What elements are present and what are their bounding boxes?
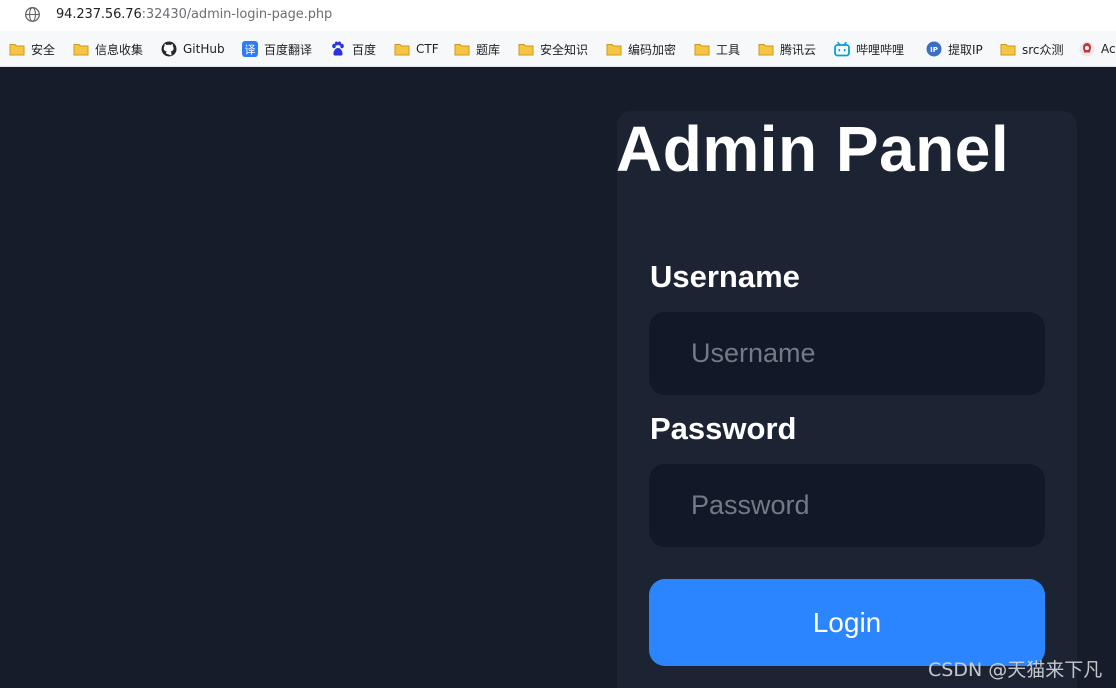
page-title: Admin Panel xyxy=(616,113,1010,185)
address-bar: 94.237.56.76:32430/admin-login-page.php xyxy=(0,0,1116,31)
bookmark-label: 提取IP xyxy=(948,42,983,57)
folder-icon xyxy=(606,41,622,57)
bookmark-bianma-jiami[interactable]: 编码加密 xyxy=(606,40,676,58)
bookmark-tiqu-ip[interactable]: IP 提取IP xyxy=(926,40,983,58)
folder-icon xyxy=(694,41,710,57)
bookmark-ctf[interactable]: CTF xyxy=(394,40,439,58)
bookmark-label: 百度翻译 xyxy=(264,42,313,57)
bookmark-label: 工具 xyxy=(716,42,741,57)
bookmark-baidu[interactable]: 百度 xyxy=(330,40,376,58)
bookmark-anquan[interactable]: 安全 xyxy=(9,40,55,58)
bookmark-label: 哔哩哔哩 xyxy=(856,42,905,57)
folder-icon xyxy=(1000,41,1016,57)
bilibili-icon xyxy=(834,41,850,57)
bookmark-label: 安全 xyxy=(31,42,56,57)
bookmark-ac[interactable]: Ac xyxy=(1079,40,1116,58)
username-label: Username xyxy=(650,259,800,294)
bookmark-tiku[interactable]: 题库 xyxy=(454,40,500,58)
svg-text:IP: IP xyxy=(930,46,938,54)
bookmark-github[interactable]: GitHub xyxy=(161,40,225,58)
folder-icon xyxy=(9,41,25,57)
bookmark-anquan-zhishi[interactable]: 安全知识 xyxy=(518,40,588,58)
baidu-paw-icon xyxy=(330,41,346,57)
folder-icon xyxy=(518,41,534,57)
bookmark-gongju[interactable]: 工具 xyxy=(694,40,740,58)
bookmark-label: GitHub xyxy=(183,42,225,56)
globe-icon xyxy=(25,7,40,22)
app-icon xyxy=(1079,41,1095,57)
bookmarks-bar: 安全 信息收集 GitHub 译 百度翻译 百度 CTF 题库 安全知识 编码加… xyxy=(0,31,1116,67)
folder-icon xyxy=(394,41,410,57)
url-text[interactable]: 94.237.56.76:32430/admin-login-page.php xyxy=(56,7,332,22)
svg-text:译: 译 xyxy=(245,44,256,57)
url-host: 94.237.56.76 xyxy=(56,7,142,22)
bookmark-label: CTF xyxy=(416,42,439,56)
bookmark-label: 百度 xyxy=(352,42,377,57)
bookmark-baidu-fanyi[interactable]: 译 百度翻译 xyxy=(242,40,312,58)
bookmark-bilibili[interactable]: 哔哩哔哩 xyxy=(834,40,904,58)
folder-icon xyxy=(73,41,89,57)
bookmark-label: Ac xyxy=(1101,42,1116,56)
bookmark-label: src众测 xyxy=(1022,42,1064,57)
password-input[interactable] xyxy=(649,464,1045,547)
bookmark-label: 信息收集 xyxy=(95,42,144,57)
ip-icon: IP xyxy=(926,41,942,57)
github-icon xyxy=(161,41,177,57)
bookmark-tengxunyun[interactable]: 腾讯云 xyxy=(758,40,816,58)
bookmark-xinxi-shouji[interactable]: 信息收集 xyxy=(73,40,143,58)
folder-icon xyxy=(758,41,774,57)
login-button[interactable]: Login xyxy=(649,579,1045,666)
watermark: CSDN @天猫来下凡 xyxy=(928,659,1103,681)
folder-icon xyxy=(454,41,470,57)
url-path: :32430/admin-login-page.php xyxy=(141,7,333,22)
bookmark-label: 腾讯云 xyxy=(780,42,817,57)
password-label: Password xyxy=(650,411,797,446)
bookmark-label: 安全知识 xyxy=(540,42,589,57)
bookmark-src-zhongce[interactable]: src众测 xyxy=(1000,40,1064,58)
username-input[interactable] xyxy=(649,312,1045,395)
bookmark-label: 题库 xyxy=(476,42,501,57)
bookmark-label: 编码加密 xyxy=(628,42,677,57)
translate-icon: 译 xyxy=(242,41,258,57)
